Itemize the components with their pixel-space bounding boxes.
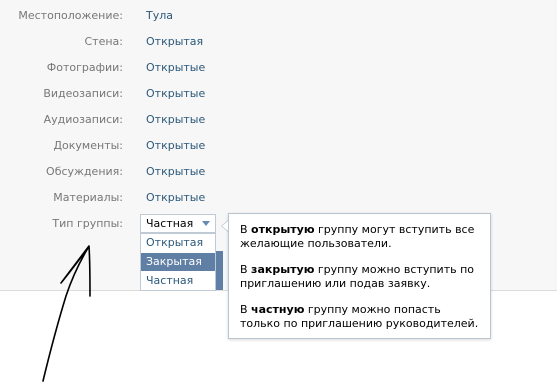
hand-drawn-arrow-icon <box>42 245 91 382</box>
